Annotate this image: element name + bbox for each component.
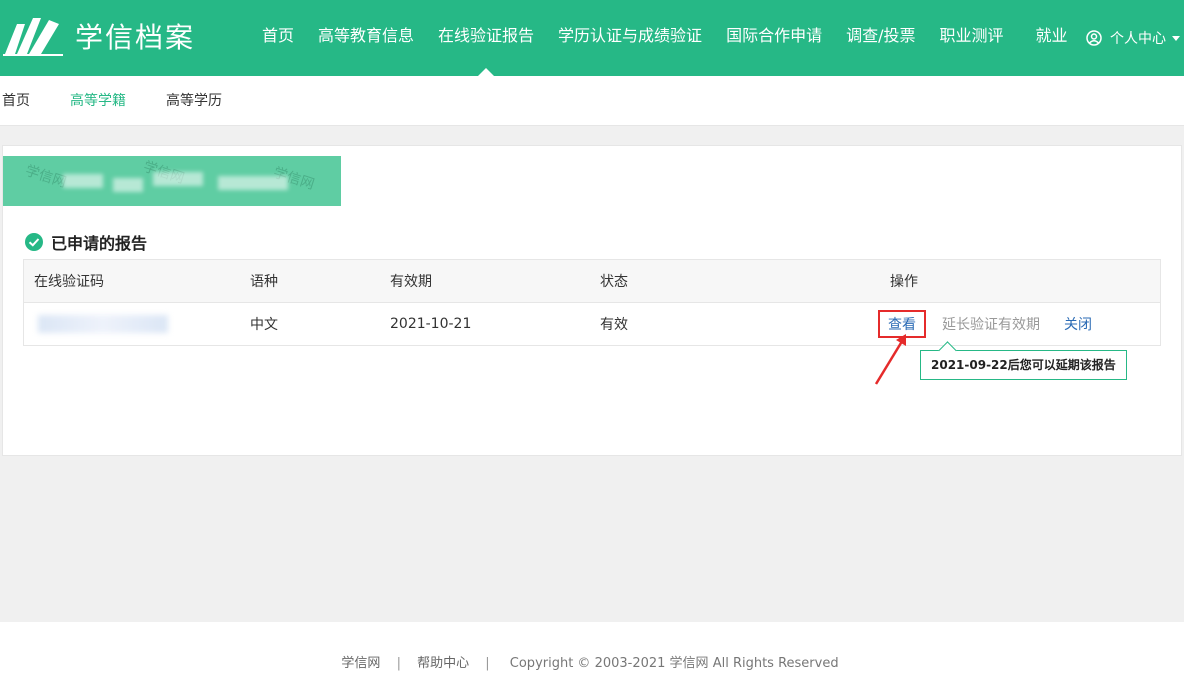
nav-employment[interactable]: 就业 xyxy=(1016,0,1080,76)
report-table: 在线验证码 语种 有效期 状态 操作 中文 2021-10-21 有效 查看 延… xyxy=(23,259,1161,346)
footer-separator: | xyxy=(485,656,490,671)
report-card: 学信网 学信网 学信网 已申请的报告 在线验证码 语种 有效期 状态 操作 中文… xyxy=(2,145,1182,456)
blurred-banner: 学信网 学信网 学信网 xyxy=(3,156,341,206)
subnav-home[interactable]: 首页 xyxy=(2,76,30,126)
top-header: 学信档案 首页 高等教育信息 在线验证报告 学历认证与成绩验证 国际合作申请 调… xyxy=(0,0,1184,76)
row-close-cell: 关闭 xyxy=(1064,303,1092,345)
row-extend-cell: 延长验证有效期 xyxy=(942,303,1040,345)
subnav-degree[interactable]: 高等学历 xyxy=(166,76,222,126)
footer-separator: | xyxy=(396,656,401,671)
col-valid-until: 有效期 xyxy=(390,274,432,290)
check-circle-icon xyxy=(25,233,43,251)
brand-logo[interactable]: 学信档案 xyxy=(3,16,195,56)
book-logo-icon xyxy=(3,18,63,56)
col-code: 在线验证码 xyxy=(34,274,104,290)
nav-certification[interactable]: 学历认证与成绩验证 xyxy=(546,0,714,76)
row-language: 中文 xyxy=(250,317,278,333)
row-status: 有效 xyxy=(600,317,628,333)
table-row: 中文 2021-10-21 有效 查看 延长验证有效期 关闭 xyxy=(24,303,1160,345)
extend-tooltip: 2021-09-22后您可以延期该报告 xyxy=(920,350,1127,380)
user-center-menu[interactable]: 个人中心 xyxy=(1086,0,1184,76)
footer-copyright: Copyright © 2003-2021 学信网 All Rights Res… xyxy=(509,656,839,671)
table-header: 在线验证码 语种 有效期 状态 操作 xyxy=(24,260,1160,303)
nav-home[interactable]: 首页 xyxy=(250,0,306,76)
footer-line: 学信网 | 帮助中心 | Copyright © 2003-2021 学信网 A… xyxy=(0,652,1184,671)
footer: 学信网 | 帮助中心 | Copyright © 2003-2021 学信网 A… xyxy=(0,622,1184,698)
section-title-text: 已申请的报告 xyxy=(51,234,148,253)
footer-link-help[interactable]: 帮助中心 xyxy=(417,656,469,671)
nav-career-test[interactable]: 职业测评 xyxy=(927,0,1015,76)
extend-validity-link[interactable]: 延长验证有效期 xyxy=(942,314,1040,334)
nav-international[interactable]: 国际合作申请 xyxy=(714,0,834,76)
brand-name: 学信档案 xyxy=(75,21,196,54)
col-language: 语种 xyxy=(250,274,278,290)
col-actions: 操作 xyxy=(890,274,918,290)
chevron-down-icon xyxy=(1172,35,1180,41)
footer-link-chsi[interactable]: 学信网 xyxy=(341,656,380,671)
nav-online-verification[interactable]: 在线验证报告 xyxy=(426,0,546,76)
row-valid-until: 2021-10-21 xyxy=(390,316,472,332)
user-center-label: 个人中心 xyxy=(1110,31,1166,47)
close-report-link[interactable]: 关闭 xyxy=(1064,314,1092,334)
section-title: 已申请的报告 xyxy=(25,230,147,254)
nav-higher-education[interactable]: 高等教育信息 xyxy=(306,0,426,76)
col-status: 状态 xyxy=(600,274,628,290)
annotation-arrow-icon xyxy=(874,334,906,385)
user-icon xyxy=(1086,30,1102,46)
verification-code xyxy=(38,303,168,345)
subnav-enrollment[interactable]: 高等学籍 xyxy=(70,76,126,126)
main-nav: 首页 高等教育信息 在线验证报告 学历认证与成绩验证 国际合作申请 调查/投票 … xyxy=(250,0,1080,76)
blurred-code xyxy=(38,315,168,333)
sub-nav: 首页 高等学籍 高等学历 xyxy=(0,76,1184,126)
nav-survey[interactable]: 调查/投票 xyxy=(834,0,927,76)
